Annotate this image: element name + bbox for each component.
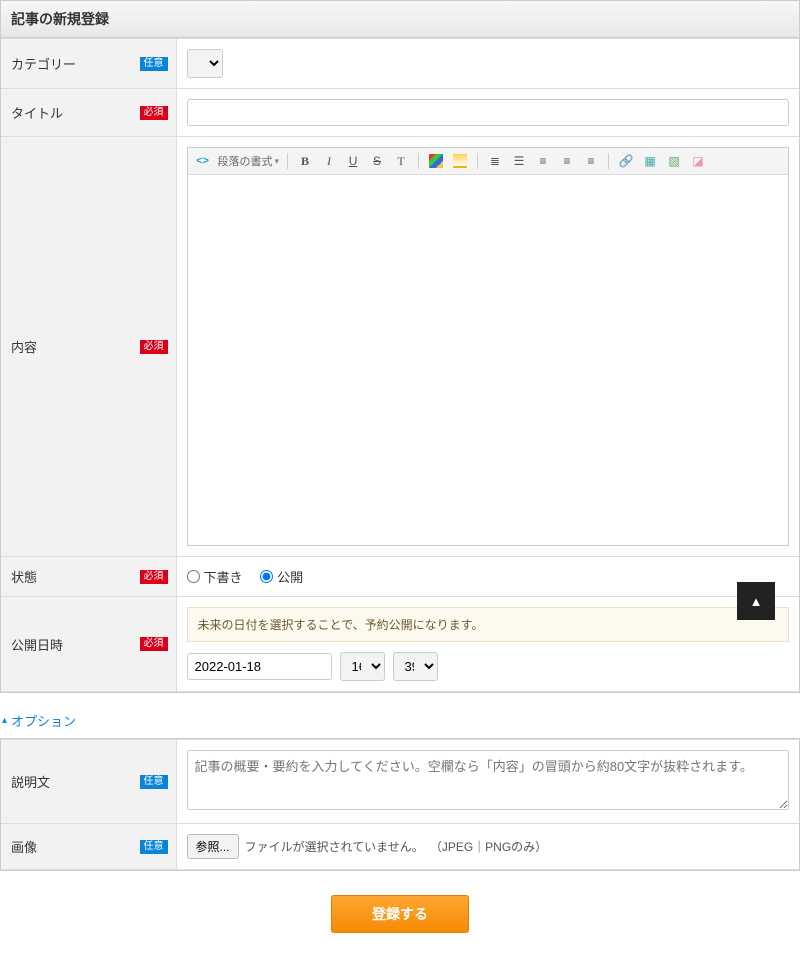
options-toggle[interactable]: オプション [0, 703, 800, 738]
badge-required: 必須 [140, 570, 168, 584]
italic-icon[interactable]: I [320, 152, 338, 170]
unordered-list-icon[interactable]: ☰ [510, 152, 528, 170]
highlight-icon[interactable] [451, 152, 469, 170]
bold-icon[interactable]: B [296, 152, 314, 170]
submit-button[interactable]: 登録する [331, 895, 469, 933]
badge-optional: 任意 [140, 840, 168, 854]
status-publish-radio[interactable] [260, 570, 273, 583]
file-hint: （JPEG｜PNGのみ） [430, 838, 547, 855]
label-image: 画像 任意 [1, 824, 176, 870]
file-status: ファイルが選択されていません。 [245, 838, 424, 855]
image-icon[interactable]: ▧ [665, 152, 683, 170]
description-textarea[interactable] [187, 750, 790, 810]
link-icon[interactable]: 🔗 [617, 152, 635, 170]
clear-format-icon[interactable]: T [392, 152, 410, 170]
publish-note: 未来の日付を選択することで、予約公開になります。 [187, 607, 790, 642]
badge-optional: 任意 [140, 57, 168, 71]
publish-minute-select[interactable]: 39 [393, 652, 438, 681]
badge-required: 必須 [140, 340, 168, 354]
category-select[interactable] [187, 49, 223, 78]
label-title: タイトル 必須 [1, 89, 176, 137]
status-publish-option[interactable]: 公開 [260, 567, 303, 586]
paragraph-format-dropdown[interactable]: 段落の書式 [218, 153, 280, 169]
rich-editor: <> 段落の書式 B I U S T ≣ ☰ ≡ [187, 147, 790, 546]
page-title: 記事の新規登録 [1, 1, 799, 38]
badge-required: 必須 [140, 637, 168, 651]
status-draft-option[interactable]: 下書き [187, 567, 243, 586]
strike-icon[interactable]: S [368, 152, 386, 170]
title-input[interactable] [187, 99, 790, 126]
label-content: 内容 必須 [1, 137, 176, 557]
label-category: カテゴリー 任意 [1, 39, 176, 89]
align-left-icon[interactable]: ≡ [534, 152, 552, 170]
align-center-icon[interactable]: ≡ [558, 152, 576, 170]
eraser-icon[interactable]: ◪ [689, 152, 707, 170]
editor-canvas[interactable] [188, 175, 789, 545]
source-icon[interactable]: <> [194, 152, 212, 170]
text-color-icon[interactable] [427, 152, 445, 170]
label-status: 状態 必須 [1, 557, 176, 597]
publish-date-input[interactable] [187, 653, 332, 680]
ordered-list-icon[interactable]: ≣ [486, 152, 504, 170]
publish-hour-select[interactable]: 16 [340, 652, 385, 681]
label-publish-at: 公開日時 必須 [1, 597, 176, 692]
editor-toolbar: <> 段落の書式 B I U S T ≣ ☰ ≡ [188, 148, 789, 175]
label-description: 説明文 任意 [1, 740, 176, 824]
table-icon[interactable]: ▦ [641, 152, 659, 170]
browse-button[interactable]: 参照... [187, 834, 239, 859]
align-right-icon[interactable]: ≡ [582, 152, 600, 170]
underline-icon[interactable]: U [344, 152, 362, 170]
scroll-top-button[interactable]: ▲ [737, 582, 775, 620]
status-draft-radio[interactable] [187, 570, 200, 583]
badge-optional: 任意 [140, 775, 168, 789]
badge-required: 必須 [140, 106, 168, 120]
